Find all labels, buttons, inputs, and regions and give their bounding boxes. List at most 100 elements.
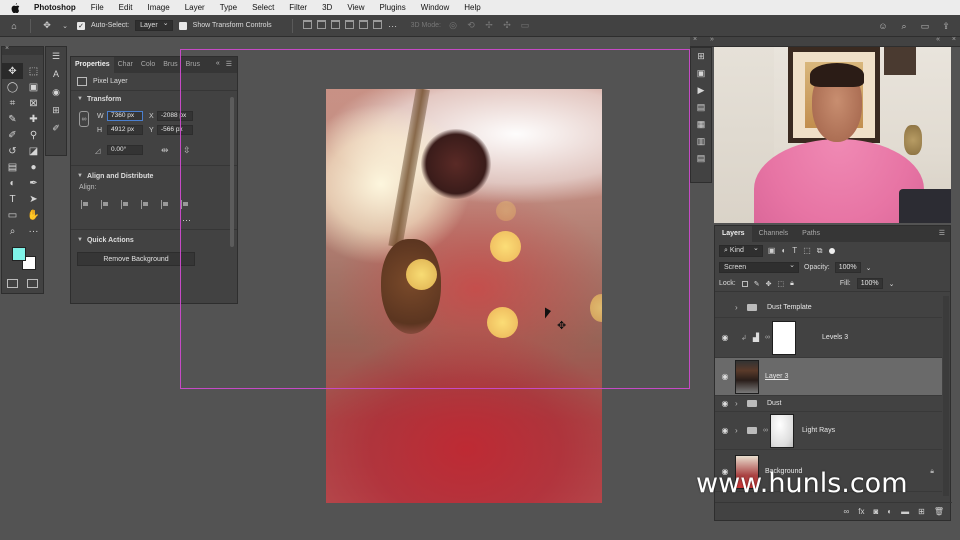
opacity-field[interactable]: 100% [834, 262, 861, 273]
filter-kind-dropdown[interactable]: ⌕ Kind [719, 244, 763, 257]
adjust-icon[interactable]: ▤ [691, 99, 711, 116]
menu-plugins[interactable]: Plugins [380, 3, 406, 12]
chevron-down-icon[interactable]: ⌄ [59, 20, 71, 32]
crop-tool-icon[interactable]: ⌗ [2, 95, 23, 111]
chevron-right-icon[interactable]: › [735, 399, 743, 408]
eraser-tool-icon[interactable]: ◪ [23, 143, 44, 159]
more-tools-icon[interactable]: ··· [23, 223, 44, 239]
blend-mode-dropdown[interactable]: Screen [719, 261, 799, 273]
align-right-edges-icon[interactable] [121, 200, 129, 209]
flip-horizontal-icon[interactable]: ⇹ [161, 145, 169, 156]
search-icon[interactable]: ⌕ [898, 20, 910, 32]
height-field[interactable]: 4912 px [107, 125, 143, 135]
pen-tool-icon[interactable]: ✒ [23, 175, 44, 191]
auto-select-dropdown[interactable]: Layer [135, 19, 173, 31]
menu-3d[interactable]: 3D [322, 3, 332, 12]
filter-adjustment-icon[interactable]: ◐ [781, 246, 786, 256]
document-icon[interactable]: ▤ [691, 150, 711, 167]
layer-row-dust[interactable]: ◉ › Dust [715, 396, 942, 412]
chevron-down-icon[interactable]: ⌄ [889, 280, 895, 288]
collapse-icon[interactable]: » [710, 36, 714, 43]
chevron-down-icon[interactable]: ⌄ [866, 264, 872, 272]
notes-icon[interactable]: ▥ [691, 133, 711, 150]
eye-icon[interactable]: ◉ [715, 426, 735, 435]
show-transform-checkbox[interactable] [178, 21, 187, 30]
libraries-icon[interactable]: ⊞ [691, 48, 711, 65]
frame-tool-icon[interactable]: ⊠ [23, 95, 44, 111]
object-select-tool-icon[interactable]: ▣ [23, 79, 44, 95]
tab-layers[interactable]: Layers [715, 226, 752, 242]
color-icon[interactable]: ◉ [46, 83, 66, 101]
menu-layer[interactable]: Layer [185, 3, 205, 12]
tab-character[interactable]: Char [114, 57, 137, 73]
comments-icon[interactable]: ▣ [691, 65, 711, 82]
chevron-right-icon[interactable]: › [735, 426, 743, 435]
more-icon[interactable]: ··· [387, 20, 399, 32]
lock-artboard-icon[interactable]: ⬚ [777, 280, 784, 288]
new-layer-icon[interactable]: ⊞ [918, 507, 925, 516]
menu-image[interactable]: Image [147, 3, 169, 12]
filter-toggle[interactable] [829, 247, 836, 254]
angle-field[interactable]: 0.00° [107, 145, 143, 155]
lock-transparent-icon[interactable] [741, 280, 748, 287]
new-adjustment-icon[interactable]: ◐ [887, 507, 892, 516]
tab-channels[interactable]: Channels [752, 226, 796, 242]
align-right-icon[interactable] [372, 19, 382, 29]
panel-menu-icon[interactable]: ☰ [934, 226, 950, 242]
3d-pan-icon[interactable]: ✢ [483, 20, 495, 32]
layer-row-light-rays[interactable]: ◉ › ∞ Light Rays [715, 412, 942, 450]
eye-icon[interactable]: ◉ [715, 399, 735, 408]
filter-smart-object-icon[interactable]: ⧉ [817, 246, 823, 256]
move-tool-icon[interactable]: ✥ [41, 20, 53, 32]
hand-tool-icon[interactable]: ✋ [23, 207, 44, 223]
align-bottom-icon[interactable] [330, 19, 340, 29]
menu-select[interactable]: Select [252, 3, 274, 12]
tab-brush[interactable]: Brus [159, 57, 181, 73]
healing-brush-icon[interactable]: ✚ [23, 111, 44, 127]
layer-row-dust-template[interactable]: › Dust Template [715, 298, 942, 318]
tab-properties[interactable]: Properties [71, 57, 114, 73]
link-layers-icon[interactable]: ∞ [844, 507, 850, 516]
align-vcenter-icon[interactable] [316, 19, 326, 29]
menu-file[interactable]: File [91, 3, 104, 12]
blur-tool-icon[interactable]: ● [23, 159, 44, 175]
menu-type[interactable]: Type [220, 3, 237, 12]
menu-view[interactable]: View [347, 3, 364, 12]
fill-field[interactable]: 100% [856, 278, 883, 289]
close-icon[interactable]: × [5, 45, 9, 52]
dodge-tool-icon[interactable]: ◐ [2, 175, 23, 191]
workspace-icon[interactable]: ▭ [919, 20, 931, 32]
artboard-tool-icon[interactable]: ⬚ [23, 63, 44, 79]
layer-mask-thumbnail[interactable] [770, 413, 794, 448]
auto-select-checkbox[interactable]: ✓ [77, 21, 85, 30]
menu-filter[interactable]: Filter [289, 3, 307, 12]
filter-shape-icon[interactable]: ⬚ [803, 246, 811, 256]
tools-panel-header[interactable]: × [2, 45, 43, 55]
menu-photoshop[interactable]: Photoshop [34, 3, 76, 12]
eyedropper-tool-icon[interactable]: ✎ [2, 111, 23, 127]
link-icon[interactable]: ∞ [763, 427, 768, 434]
gradient-tool-icon[interactable]: ▤ [2, 159, 23, 175]
collapse-icon[interactable]: « [936, 36, 940, 43]
new-group-icon[interactable]: ▬ [901, 507, 909, 516]
align-left-edges-icon[interactable] [81, 200, 89, 209]
layer-row-levels-3[interactable]: ◉ ↲ ▟ ∞ Levels 3 [715, 318, 942, 358]
align-top-edges-icon[interactable] [141, 200, 149, 209]
actions-play-icon[interactable]: ▶ [691, 82, 711, 99]
layer-row-layer-3[interactable]: ◉ Layer 3 [715, 358, 942, 396]
lasso-tool-icon[interactable]: ◯ [2, 79, 23, 95]
align-top-icon[interactable] [302, 19, 312, 29]
width-field[interactable]: 7360 px [107, 111, 143, 121]
menu-window[interactable]: Window [421, 3, 449, 12]
3d-roll-icon[interactable]: ⟲ [465, 20, 477, 32]
eye-icon[interactable]: ◉ [715, 333, 735, 342]
visibility-toggle-off[interactable] [721, 304, 729, 312]
properties-icon[interactable]: ⊞ [46, 101, 66, 119]
quick-mask-icon[interactable] [6, 279, 18, 288]
lock-position-icon[interactable]: ✥ [766, 280, 772, 288]
lock-all-icon[interactable]: 🔒︎ [790, 280, 794, 288]
link-icon[interactable]: ∞ [765, 334, 770, 341]
trash-icon[interactable]: 🗑︎ [934, 507, 944, 516]
type-tool-icon[interactable]: T [2, 191, 23, 207]
history-brush-icon[interactable]: ↺ [2, 143, 23, 159]
